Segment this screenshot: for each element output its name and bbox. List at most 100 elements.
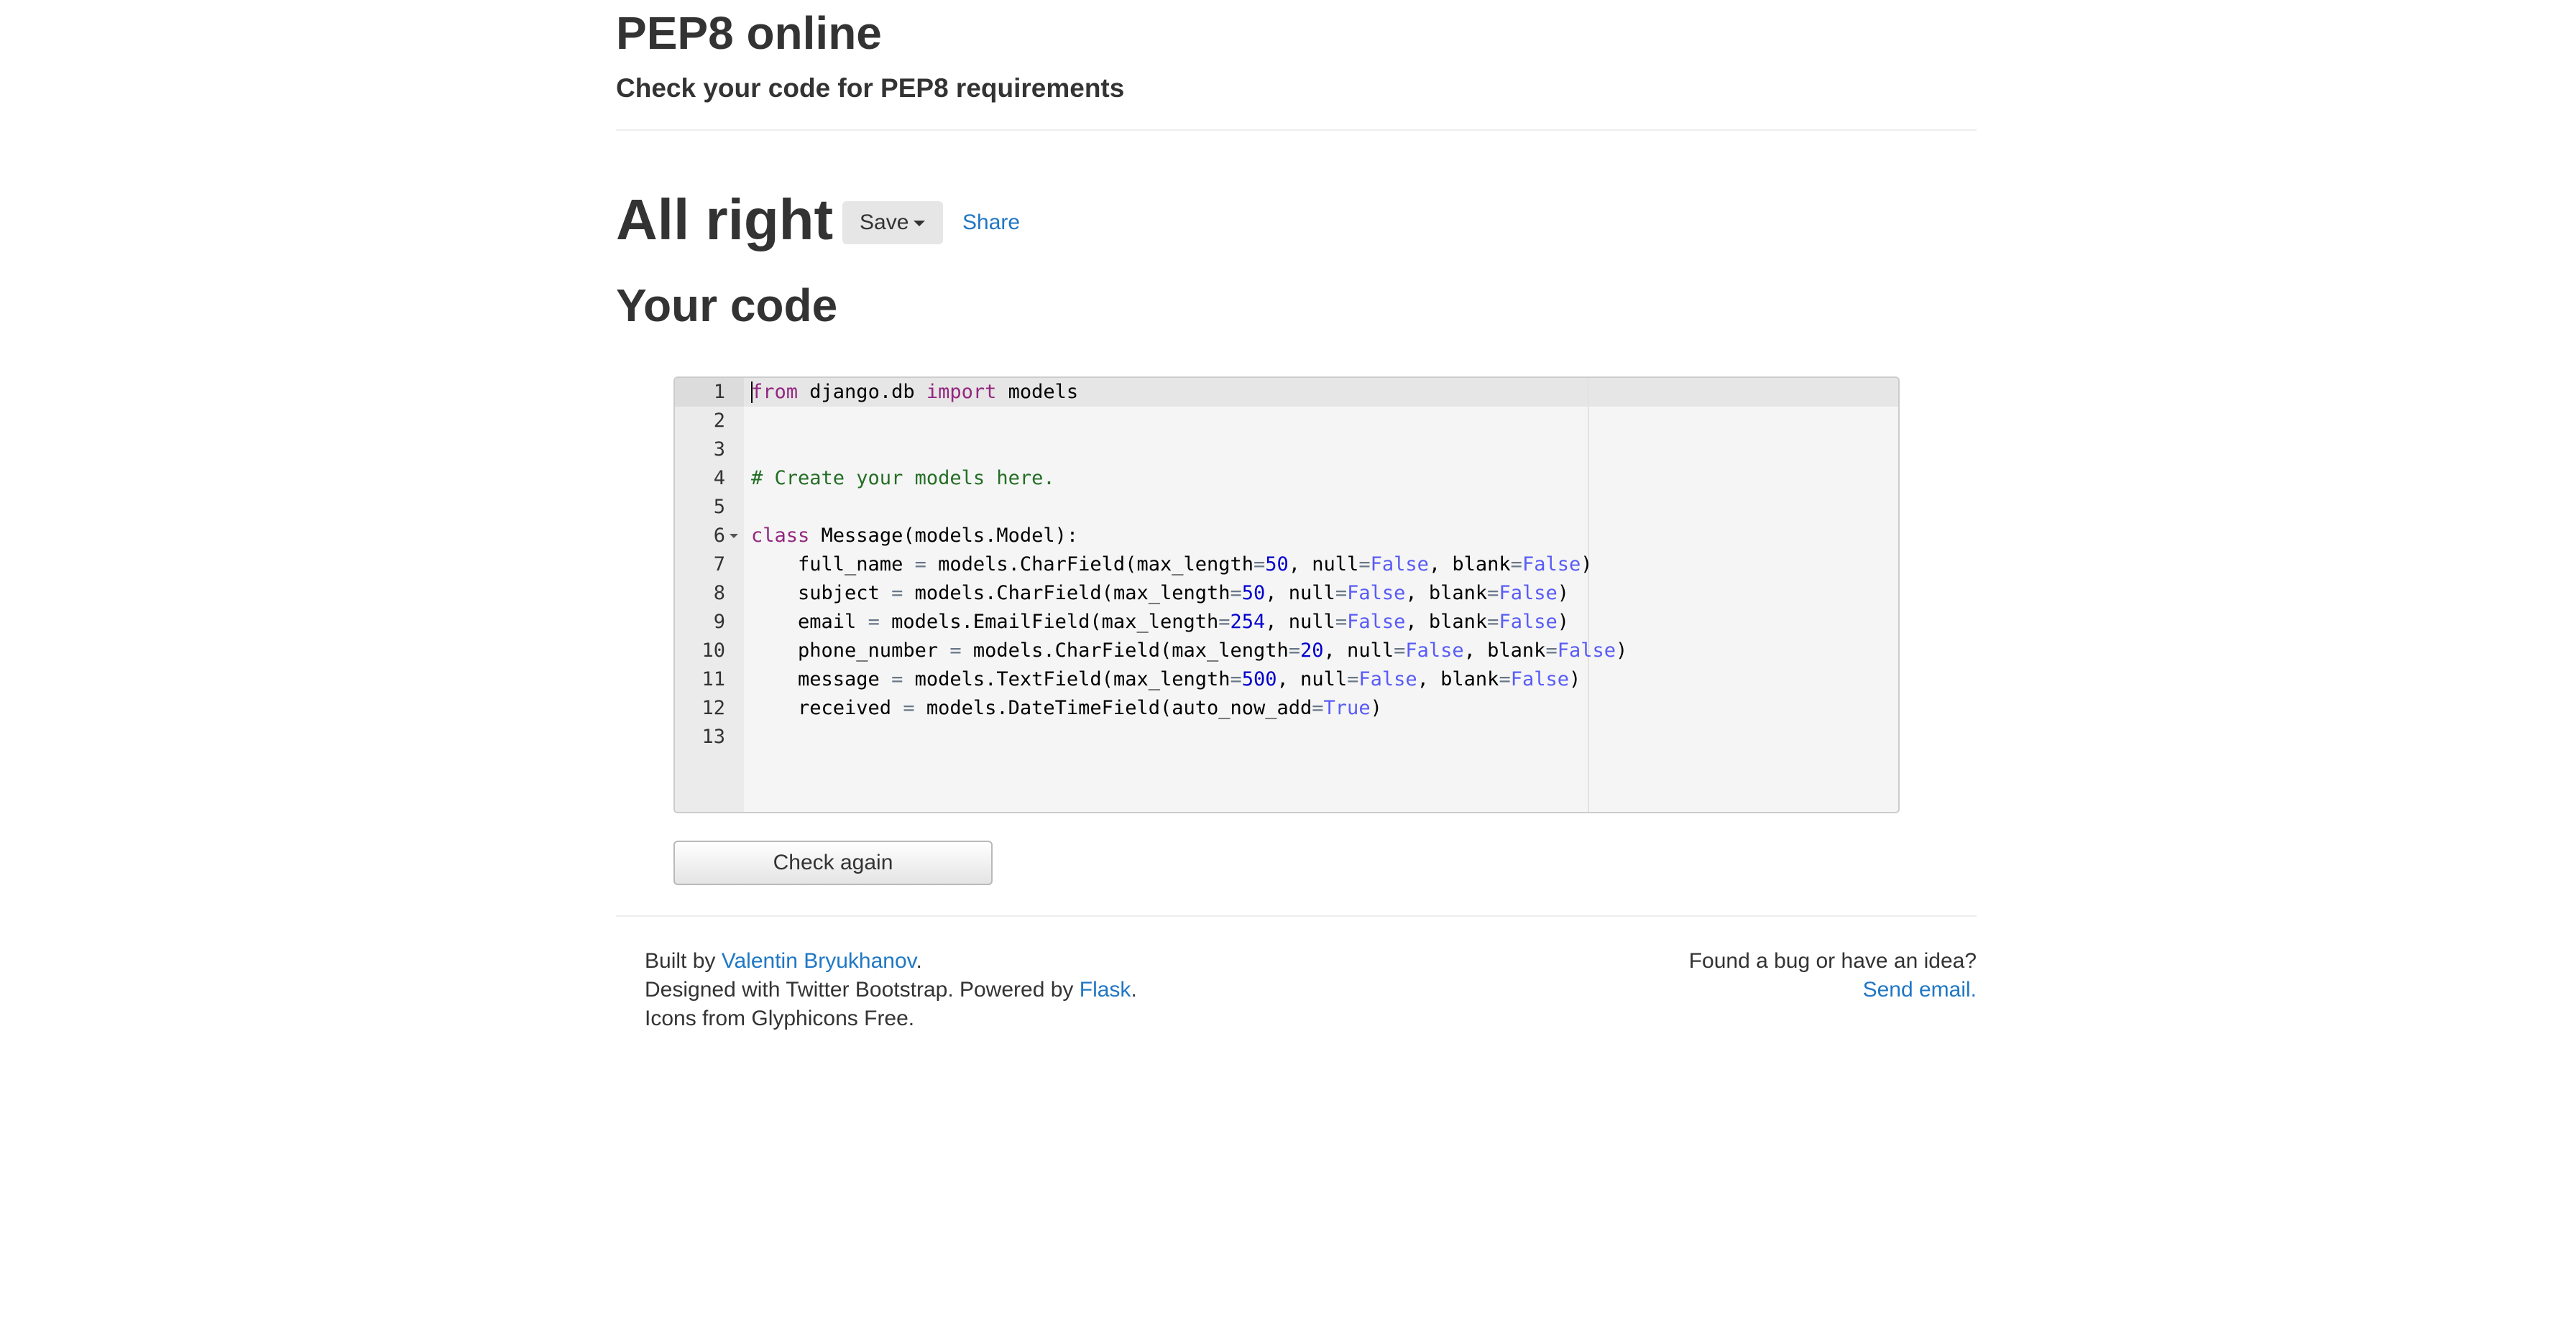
code-token: ) [1581,553,1593,576]
code-token: message [751,668,892,690]
footer-email: Send email. [1689,976,1977,1004]
code-token: ) [1557,611,1569,633]
code-token: , blank [1428,553,1511,576]
check-again-button[interactable]: Check again [673,841,993,885]
code-token: = [1545,639,1558,662]
code-token: # Create your models here. [751,467,1055,489]
code-token: 50 [1265,553,1289,576]
code-token: = [1288,639,1301,662]
footer-feedback: Found a bug or have an idea? Send email. [1689,947,1977,1004]
code-token: ) [1370,697,1382,719]
fold-arrow-icon[interactable] [730,534,738,538]
code-token: = [949,639,962,662]
code-line[interactable]: 8 subject = models.CharField(max_length=… [675,579,1898,608]
code-token: = [1487,611,1499,633]
footer-bug-text: Found a bug or have an idea? [1688,949,1977,973]
site-subtitle: Check your code for PEP8 requirements [616,73,1125,103]
share-link[interactable]: Share [962,208,1020,237]
line-number: 8 [713,582,725,604]
line-number: 5 [713,496,725,518]
code-token: , null [1323,639,1394,662]
save-dropdown-button[interactable]: Save [842,201,943,244]
code-token: = [1394,639,1406,662]
code-token: email [751,611,868,633]
code-token: = [903,697,915,719]
code-token: False [1405,639,1464,662]
code-token: from [751,381,799,403]
caret-down-icon [914,221,925,226]
code-editor[interactable]: 1 from django.db import models 2 3 4 # Create… [673,376,1900,813]
code-line[interactable]: 13 [675,723,1898,752]
code-token: = [1230,668,1242,690]
code-line[interactable]: 2 [675,407,1898,435]
code-line[interactable]: 6 class Message(models.Model): [675,522,1898,550]
footer-built-by: Built by Valentin Bryukhanov. [645,947,1137,976]
line-number: 12 [702,697,725,719]
code-line[interactable]: 3 [675,435,1898,464]
send-email-link[interactable]: Send email. [1863,978,1977,1002]
code-token: models [996,381,1079,403]
code-line[interactable]: 10 phone_number = models.CharField(max_l… [675,637,1898,665]
code-token: models.DateTimeField(auto_now_add [914,697,1312,719]
code-token: = [1335,582,1348,604]
code-token: , blank [1405,611,1488,633]
code-token: , blank [1463,639,1546,662]
code-token: phone_number [751,639,950,662]
footer-designed: Designed with Twitter Bootstrap. Powered… [645,976,1137,1004]
code-token: full_name [751,553,915,576]
code-text: subject = models.CharField(max_length=50… [751,579,1569,608]
code-token: False [1347,611,1406,633]
code-line[interactable]: 9 email = models.EmailField(max_length=2… [675,608,1898,637]
code-line[interactable]: 5 [675,493,1898,522]
code-token: 254 [1230,611,1266,633]
code-token: False [1522,553,1581,576]
code-token: = [891,582,903,604]
code-text: message = models.TextField(max_length=50… [751,665,1581,694]
code-token: import [926,381,997,403]
code-text: received = models.DateTimeField(auto_now… [751,694,1382,723]
designed-period: . [1131,978,1137,1002]
code-token: True [1323,697,1371,719]
code-line[interactable]: 12 received = models.DateTimeField(auto_… [675,694,1898,723]
author-link[interactable]: Valentin Bryukhanov [722,949,916,973]
code-token: = [1218,611,1230,633]
line-number: 7 [713,553,725,576]
code-line[interactable]: 7 full_name = models.CharField(max_lengt… [675,550,1898,579]
code-token: , null [1265,611,1335,633]
code-text: full_name = models.CharField(max_length=… [751,550,1592,579]
code-token: models.CharField(max_length [903,582,1230,604]
code-token: False [1499,582,1558,604]
site-title: PEP8 online [616,7,882,59]
line-number: 11 [702,668,725,690]
code-token: ) [1615,639,1628,662]
code-text: class Message(models.Model): [751,522,1078,550]
code-token: = [1312,697,1324,719]
line-number: 10 [702,639,725,662]
header-divider [616,129,1977,131]
code-token: False [1347,582,1406,604]
text-cursor [751,382,753,403]
line-number: 3 [713,438,725,461]
code-line[interactable]: 11 message = models.TextField(max_length… [675,665,1898,694]
code-token: = [1510,553,1522,576]
code-token: 50 [1241,582,1266,604]
code-token: , null [1276,668,1348,690]
line-number: 13 [702,726,725,748]
code-token: False [1370,553,1429,576]
code-token: False [1499,611,1558,633]
code-line[interactable]: 1 from django.db import models [675,378,1898,407]
code-token: = [1499,668,1511,690]
code-token: = [1358,553,1371,576]
save-button-label: Save [860,211,909,234]
code-token: = [1487,582,1499,604]
code-token: , blank [1405,582,1488,604]
code-token: = [1335,611,1348,633]
designed-text: Designed with Twitter Bootstrap. Powered… [645,978,1080,1002]
code-token: Message(models.Model): [809,524,1079,547]
code-token: models.CharField(max_length [961,639,1289,662]
flask-link[interactable]: Flask [1080,978,1131,1002]
built-by-period: . [916,949,922,973]
code-token: models.TextField(max_length [903,668,1230,690]
code-text: phone_number = models.CharField(max_leng… [751,637,1627,665]
code-line[interactable]: 4 # Create your models here. [675,464,1898,493]
